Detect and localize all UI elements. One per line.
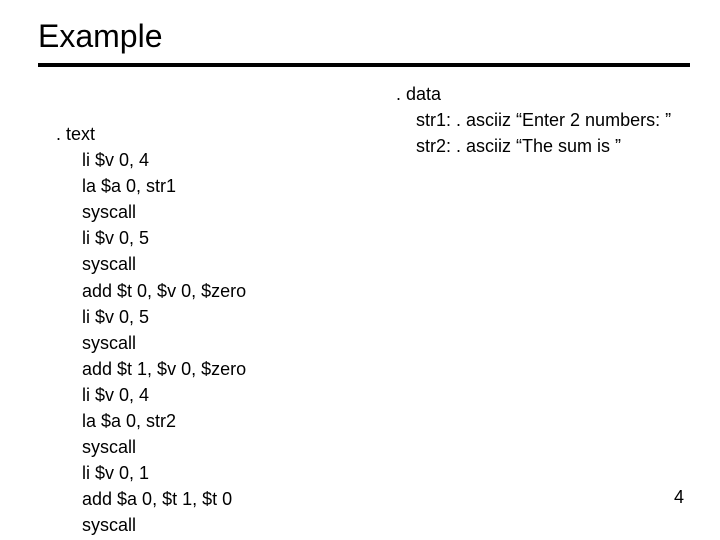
code-line: add $t 0, $v 0, $zero	[56, 278, 396, 304]
data-segment: . data str1: . asciiz “Enter 2 numbers: …	[396, 81, 690, 159]
code-line: la $a 0, str1	[56, 173, 396, 199]
code-line: syscall	[56, 199, 396, 225]
code-line: syscall	[56, 330, 396, 356]
code-line: li $v 0, 1	[56, 460, 396, 486]
code-line: syscall	[56, 434, 396, 460]
code-line: la $a 0, str2	[56, 408, 396, 434]
code-line: li $v 0, 4	[56, 147, 396, 173]
page-title: Example	[38, 18, 690, 55]
code-line: li $v 0, 5	[56, 304, 396, 330]
code-line: syscall	[56, 251, 396, 277]
code-line: str2: . asciiz “The sum is ”	[396, 133, 690, 159]
code-line: syscall	[56, 512, 396, 538]
content-columns: . text li $v 0, 4 la $a 0, str1 syscall …	[38, 81, 690, 539]
title-rule	[38, 63, 690, 67]
code-line: add $t 1, $v 0, $zero	[56, 356, 396, 382]
code-line: str1: . asciiz “Enter 2 numbers: ”	[396, 107, 690, 133]
code-line: add $a 0, $t 1, $t 0	[56, 486, 396, 512]
code-line: li $v 0, 5	[56, 225, 396, 251]
code-line: li $v 0, 4	[56, 382, 396, 408]
section-label: . text	[56, 121, 396, 147]
page-number: 4	[674, 487, 684, 508]
section-label: . data	[396, 81, 690, 107]
text-segment: . text li $v 0, 4 la $a 0, str1 syscall …	[38, 81, 396, 539]
